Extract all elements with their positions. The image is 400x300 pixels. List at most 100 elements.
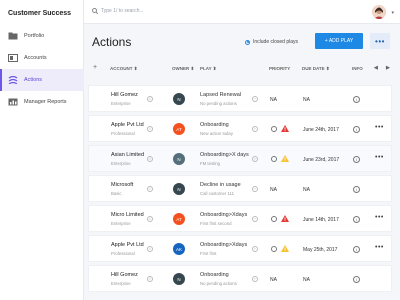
- sidebar-item-label: Portfolio: [24, 33, 45, 39]
- account-info-icon[interactable]: i: [147, 246, 153, 252]
- account-info-icon[interactable]: i: [147, 126, 153, 132]
- owner-avatar[interactable]: AT: [173, 123, 185, 135]
- sidebar-item-label: Accounts: [24, 55, 47, 61]
- account-name[interactable]: Hill Gomez: [111, 92, 138, 98]
- table-row[interactable]: Hill Gomez Enterprise i N Lapsed Renewal No p…: [88, 85, 392, 112]
- info-icon[interactable]: i: [353, 246, 360, 253]
- table-row[interactable]: Hill Gomez Enterprise i N Onboarding No pendi…: [88, 265, 392, 292]
- account-tier: Enterprise: [111, 161, 131, 166]
- scroll-right-icon[interactable]: ▶: [386, 65, 390, 71]
- column-account[interactable]: ACCOUNT ⬍: [110, 66, 138, 72]
- chevron-down-icon[interactable]: ▾: [391, 10, 394, 16]
- account-tier: Enterprise: [111, 101, 131, 106]
- sidebar-item-actions[interactable]: Actions: [0, 69, 84, 91]
- scroll-left-icon[interactable]: ◀: [374, 65, 378, 71]
- play-subtitle: First first second: [200, 221, 232, 226]
- owner-avatar[interactable]: AT: [173, 213, 185, 225]
- account-name[interactable]: Apple Pvt Ltd: [111, 122, 144, 128]
- play-name[interactable]: Onboarding>Xdays: [200, 242, 247, 248]
- warning-icon: [281, 245, 289, 252]
- account-name[interactable]: Apple Pvt Ltd: [111, 242, 144, 248]
- play-action-icon[interactable]: ›: [252, 186, 258, 192]
- account-tier: Professional: [111, 131, 135, 136]
- account-info-icon[interactable]: i: [147, 186, 153, 192]
- due-date: June 14th, 2017: [303, 217, 339, 223]
- add-play-button[interactable]: + ADD PLAY: [315, 33, 363, 49]
- account-name[interactable]: Microsoft: [111, 182, 133, 188]
- search-input[interactable]: Type 1/ to search...: [92, 8, 144, 14]
- priority-value: NA: [270, 97, 277, 103]
- account-info-icon[interactable]: i: [147, 156, 153, 162]
- play-subtitle: No pending actions: [200, 281, 237, 286]
- due-date: May 25th, 2017: [303, 247, 338, 253]
- brand-title: Customer Success: [8, 10, 72, 17]
- account-name[interactable]: Hill Gomez: [111, 272, 138, 278]
- table-row[interactable]: Asian Limited Enterprise i N Onboarding>X da…: [88, 145, 392, 172]
- search-placeholder: Type 1/ to search...: [101, 8, 144, 14]
- sidebar-item-accounts[interactable]: Accounts: [0, 47, 84, 69]
- row-menu-icon[interactable]: •••: [375, 214, 384, 221]
- owner-avatar[interactable]: N: [173, 93, 185, 105]
- info-icon[interactable]: i: [353, 216, 360, 223]
- due-date: NA: [303, 187, 310, 193]
- user-avatar[interactable]: [372, 5, 386, 19]
- play-action-icon[interactable]: ›: [252, 276, 258, 282]
- sidebar-item-portfolio[interactable]: Portfolio: [0, 25, 84, 47]
- play-name[interactable]: Decline in usage: [200, 182, 241, 188]
- include-closed-plays-toggle[interactable]: Include closed plays: [245, 39, 298, 45]
- play-name[interactable]: Onboarding>X days: [200, 152, 249, 158]
- account-info-icon[interactable]: i: [147, 216, 153, 222]
- owner-avatar[interactable]: N: [173, 153, 185, 165]
- more-options-button[interactable]: •••: [370, 33, 390, 49]
- play-action-icon[interactable]: ›: [252, 96, 258, 102]
- table-row[interactable]: Apple Pvt Ltd Professional i AK Onboarding>X…: [88, 235, 392, 262]
- column-due-date[interactable]: DUE DATE ⬍: [302, 66, 330, 72]
- top-bar: Type 1/ to search... ▾: [84, 0, 400, 24]
- column-owner[interactable]: OWNER ⬍: [172, 66, 194, 72]
- account-info-icon[interactable]: i: [147, 276, 153, 282]
- play-name[interactable]: Onboarding>Xdays: [200, 212, 247, 218]
- owner-avatar[interactable]: AK: [173, 243, 185, 255]
- play-action-icon[interactable]: ›: [252, 246, 258, 252]
- table-row[interactable]: Microsoft Basic i N Decline in usage Call cus…: [88, 175, 392, 202]
- add-row-button[interactable]: +: [93, 64, 97, 71]
- owner-avatar[interactable]: N: [173, 273, 185, 285]
- play-name[interactable]: Onboarding: [200, 272, 229, 278]
- warning-icon: [281, 125, 289, 132]
- row-menu-icon[interactable]: •••: [375, 124, 384, 131]
- info-icon[interactable]: i: [353, 96, 360, 103]
- sidebar-item-manager-reports[interactable]: Manager Reports: [0, 91, 84, 113]
- account-tier: Enterprise: [111, 281, 131, 286]
- table-row[interactable]: Micro Limited Enterprise i AT Onboarding>Xda…: [88, 205, 392, 232]
- clock-icon: [271, 156, 277, 162]
- account-name[interactable]: Micro Limited: [111, 212, 144, 218]
- account-info-icon[interactable]: i: [147, 96, 153, 102]
- account-tier: Professional: [111, 251, 135, 256]
- info-icon[interactable]: i: [353, 126, 360, 133]
- radio-icon: [245, 39, 250, 45]
- clock-icon: [271, 216, 277, 222]
- play-name[interactable]: Onboarding: [200, 122, 229, 128]
- play-action-icon[interactable]: ›: [252, 216, 258, 222]
- row-menu-icon[interactable]: •••: [375, 154, 384, 161]
- play-name[interactable]: Lapsed Renewal: [200, 92, 241, 98]
- owner-avatar[interactable]: N: [173, 183, 185, 195]
- table-row[interactable]: Apple Pvt Ltd Professional i AT Onboarding Ne…: [88, 115, 392, 142]
- column-play[interactable]: PLAY ⬍: [200, 66, 217, 72]
- folder-icon: [8, 32, 18, 40]
- row-menu-icon[interactable]: •••: [375, 244, 384, 251]
- accounts-icon: [8, 54, 18, 62]
- due-date: NA: [303, 97, 310, 103]
- warning-icon: [281, 155, 289, 162]
- play-action-icon[interactable]: ›: [252, 156, 258, 162]
- info-icon[interactable]: i: [353, 156, 360, 163]
- column-priority: PRIORITY: [269, 66, 291, 71]
- account-name[interactable]: Asian Limited: [111, 152, 144, 158]
- due-date: June 24th, 2017: [303, 127, 339, 133]
- play-action-icon[interactable]: ›: [252, 126, 258, 132]
- table-header: + ACCOUNT ⬍ OWNER ⬍ PLAY ⬍ PRIORITY DUE …: [84, 62, 400, 76]
- info-icon[interactable]: i: [353, 276, 360, 283]
- play-subtitle: New action today: [200, 131, 233, 136]
- info-icon[interactable]: i: [353, 186, 360, 193]
- account-tier: Basic: [111, 191, 122, 196]
